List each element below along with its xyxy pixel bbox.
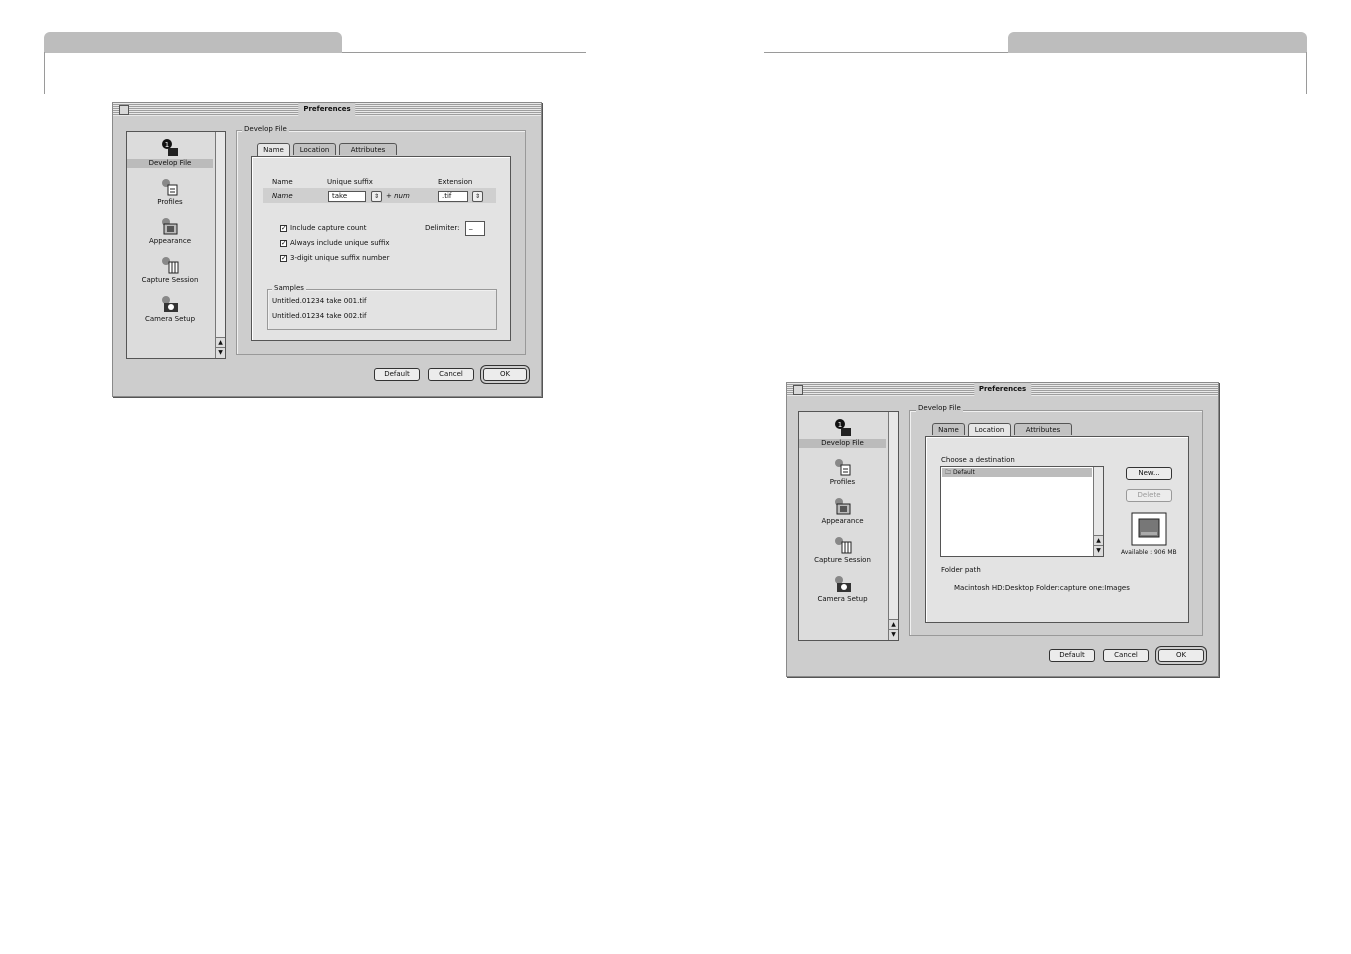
three-digit-suffix-label: 3-digit unique suffix number: [290, 254, 390, 262]
svg-text:1: 1: [165, 141, 169, 149]
name-column-value: Name: [272, 192, 293, 200]
hard-disk-icon: [1131, 512, 1167, 546]
name-tab-panel: Name Name Unique suffix take ⇕ + num Ext…: [251, 156, 511, 341]
always-include-suffix-checkbox[interactable]: ✓: [280, 240, 287, 247]
page-margin-left: [44, 52, 45, 94]
capture-session-icon: [834, 537, 851, 554]
include-capture-count-checkbox[interactable]: ✓: [280, 225, 287, 232]
tab-attributes[interactable]: Attributes: [339, 143, 397, 155]
folder-path-label: Folder path: [941, 566, 981, 574]
preferences-dialog-location-tab: Preferences 1 Develop File Profiles Appe…: [786, 382, 1219, 677]
always-include-suffix-label: Always include unique suffix: [290, 239, 390, 247]
close-box[interactable]: [793, 385, 803, 395]
tab-location[interactable]: Location: [293, 143, 336, 155]
develop-file-icon: 1: [162, 139, 178, 156]
tab-location[interactable]: Location: [968, 423, 1011, 436]
page-rule-right: [764, 52, 1008, 53]
profiles-icon: [162, 179, 178, 196]
sidebar-item-profiles[interactable]: Profiles: [127, 177, 213, 207]
scroll-down-arrow[interactable]: ▼: [1094, 545, 1103, 556]
tab-name[interactable]: Name: [257, 143, 290, 156]
tab-bar: Name Location Attributes: [932, 423, 1092, 436]
delimiter-label: Delimiter:: [425, 224, 460, 232]
develop-file-icon: 1: [834, 419, 851, 436]
capture-session-icon: [162, 257, 179, 274]
dialog-title: Preferences: [298, 103, 356, 116]
destination-list-scrollbar[interactable]: ▲ ▼: [1093, 467, 1103, 556]
camera-setup-icon: [834, 576, 851, 592]
samples-group: [267, 289, 497, 330]
unique-suffix-extra: + num: [386, 192, 410, 200]
cancel-button[interactable]: Cancel: [428, 368, 474, 381]
appearance-icon: [162, 218, 178, 235]
extension-stepper[interactable]: ⇕: [472, 191, 483, 202]
unique-suffix-label: Unique suffix: [327, 178, 373, 186]
page-header-tab-left: [44, 32, 342, 53]
tab-attributes[interactable]: Attributes: [1014, 423, 1072, 435]
page-rule-left: [342, 52, 586, 53]
sidebar-item-develop-file[interactable]: 1 Develop File: [799, 418, 886, 448]
tab-name[interactable]: Name: [932, 423, 965, 435]
list-item[interactable]: 🗀 Default: [942, 468, 1092, 477]
sidebar-item-profiles[interactable]: Profiles: [799, 457, 886, 487]
sidebar-scrollbar[interactable]: ▲ ▼: [215, 132, 225, 358]
sidebar-item-capture-session[interactable]: Capture Session: [799, 535, 886, 565]
close-box[interactable]: [119, 105, 129, 115]
scroll-down-arrow[interactable]: ▼: [216, 347, 225, 358]
sidebar-item-develop-file[interactable]: 1 Develop File: [127, 138, 213, 168]
unique-suffix-field[interactable]: take: [328, 191, 366, 202]
page-margin-right: [1306, 52, 1307, 94]
develop-file-group-label: Develop File: [242, 125, 289, 134]
folder-icon: 🗀: [945, 469, 952, 476]
ok-button[interactable]: OK: [483, 368, 527, 381]
choose-destination-label: Choose a destination: [941, 456, 1015, 464]
new-destination-button[interactable]: New...: [1126, 467, 1172, 480]
default-button[interactable]: Default: [1049, 649, 1095, 662]
unique-suffix-stepper[interactable]: ⇕: [371, 191, 382, 202]
destination-name: Default: [952, 469, 975, 476]
sidebar-item-appearance[interactable]: Appearance: [127, 216, 213, 246]
dialog-title: Preferences: [973, 383, 1032, 396]
sample-filename: Untitled.01234 take 002.tif: [272, 312, 367, 320]
ok-button[interactable]: OK: [1158, 649, 1204, 662]
sidebar-item-camera-setup[interactable]: Camera Setup: [127, 294, 213, 324]
three-digit-suffix-checkbox[interactable]: ✓: [280, 255, 287, 262]
appearance-icon: [834, 498, 850, 515]
sidebar-item-camera-setup[interactable]: Camera Setup: [799, 574, 886, 604]
sidebar-scrollbar[interactable]: ▲ ▼: [888, 412, 898, 640]
develop-file-group-label: Develop File: [916, 404, 963, 413]
available-space: Available : 906 MB: [1121, 549, 1177, 556]
default-button[interactable]: Default: [374, 368, 420, 381]
preferences-sidebar: 1 Develop File Profiles Appearance Captu…: [126, 131, 226, 359]
svg-text:1: 1: [837, 421, 841, 429]
samples-label: Samples: [272, 284, 306, 293]
sample-filename: Untitled.01234 take 001.tif: [272, 297, 367, 305]
profiles-icon: [834, 459, 850, 476]
title-bar[interactable]: Preferences: [787, 383, 1218, 396]
delete-destination-button[interactable]: Delete: [1126, 489, 1172, 502]
preferences-sidebar: 1 Develop File Profiles Appearance Captu…: [798, 411, 899, 641]
title-bar[interactable]: Preferences: [113, 103, 541, 116]
destination-list[interactable]: 🗀 Default ▲ ▼: [940, 466, 1104, 557]
sidebar-item-capture-session[interactable]: Capture Session: [127, 255, 213, 285]
page-header-tab-right: [1008, 32, 1307, 53]
extension-label: Extension: [438, 178, 473, 186]
scroll-down-arrow[interactable]: ▼: [889, 629, 898, 640]
delimiter-field[interactable]: _: [465, 221, 485, 236]
folder-path-value: Macintosh HD:Desktop Folder:capture one:…: [954, 584, 1130, 592]
extension-field[interactable]: .tif: [438, 191, 468, 202]
tab-bar: Name Location Attributes: [257, 143, 417, 156]
location-tab-panel: Choose a destination 🗀 Default ▲ ▼ New..…: [925, 436, 1189, 623]
preferences-dialog-name-tab: Preferences 1 Develop File Profiles Appe…: [112, 102, 542, 397]
cancel-button[interactable]: Cancel: [1103, 649, 1149, 662]
name-column-label: Name: [272, 178, 293, 186]
sidebar-item-appearance[interactable]: Appearance: [799, 496, 886, 526]
include-capture-count-label: Include capture count: [290, 224, 367, 232]
camera-setup-icon: [162, 296, 178, 312]
